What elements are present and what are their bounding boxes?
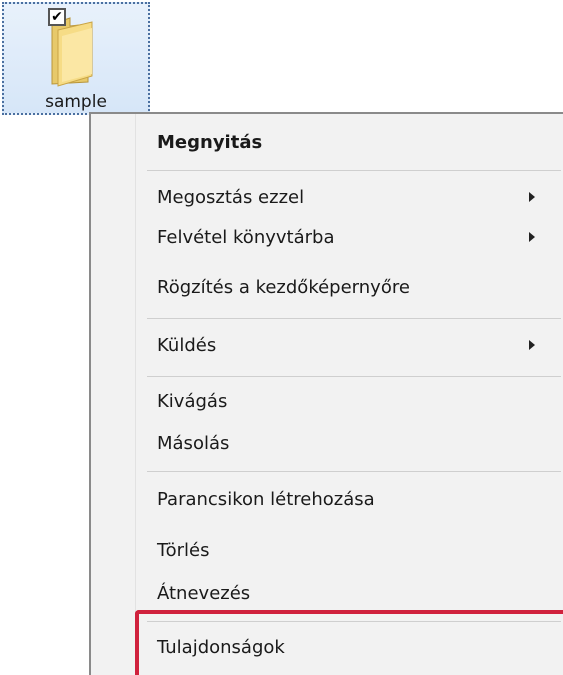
menu-separator	[147, 318, 561, 319]
screen: ✔ sample Megnyitás Megosztás ezzel Felvé…	[0, 0, 563, 675]
menu-item-include-in-library[interactable]: Felvétel könyvtárba	[91, 218, 563, 258]
folder-item-sample[interactable]: ✔ sample	[2, 2, 150, 115]
menu-item-label: Másolás	[157, 433, 230, 454]
submenu-arrow-icon	[529, 192, 535, 202]
menu-item-label: Megosztás ezzel	[157, 187, 305, 208]
menu-item-pin-to-start[interactable]: Rögzítés a kezdőképernyőre	[91, 268, 563, 308]
menu-item-label: Rögzítés a kezdőképernyőre	[157, 277, 410, 298]
menu-item-cut[interactable]: Kivágás	[91, 382, 563, 422]
submenu-arrow-icon	[529, 340, 535, 350]
menu-separator	[147, 376, 561, 377]
highlight-frame	[135, 610, 563, 675]
menu-item-open[interactable]: Megnyitás	[91, 123, 563, 163]
submenu-arrow-icon	[529, 232, 535, 242]
menu-item-send-to[interactable]: Küldés	[91, 326, 563, 366]
menu-separator	[147, 170, 561, 171]
menu-item-share-with[interactable]: Megosztás ezzel	[91, 178, 563, 218]
menu-item-label: Küldés	[157, 335, 217, 356]
menu-item-label: Megnyitás	[157, 132, 263, 153]
item-checkbox[interactable]: ✔	[48, 8, 66, 26]
menu-item-label: Kivágás	[157, 391, 228, 412]
menu-item-create-shortcut[interactable]: Parancsikon létrehozása	[91, 480, 563, 520]
context-menu: Megnyitás Megosztás ezzel Felvétel könyv…	[89, 112, 563, 675]
menu-separator	[147, 471, 561, 472]
menu-item-delete[interactable]: Törlés	[91, 531, 563, 571]
menu-item-copy[interactable]: Másolás	[91, 424, 563, 464]
menu-item-label: Törlés	[157, 540, 210, 561]
menu-item-label: Felvétel könyvtárba	[157, 227, 335, 248]
menu-item-label: Átnevezés	[157, 583, 251, 604]
folder-name: sample	[45, 92, 107, 112]
folder-icon	[51, 17, 93, 87]
menu-item-rename[interactable]: Átnevezés	[91, 574, 563, 614]
menu-item-label: Parancsikon létrehozása	[157, 489, 375, 510]
